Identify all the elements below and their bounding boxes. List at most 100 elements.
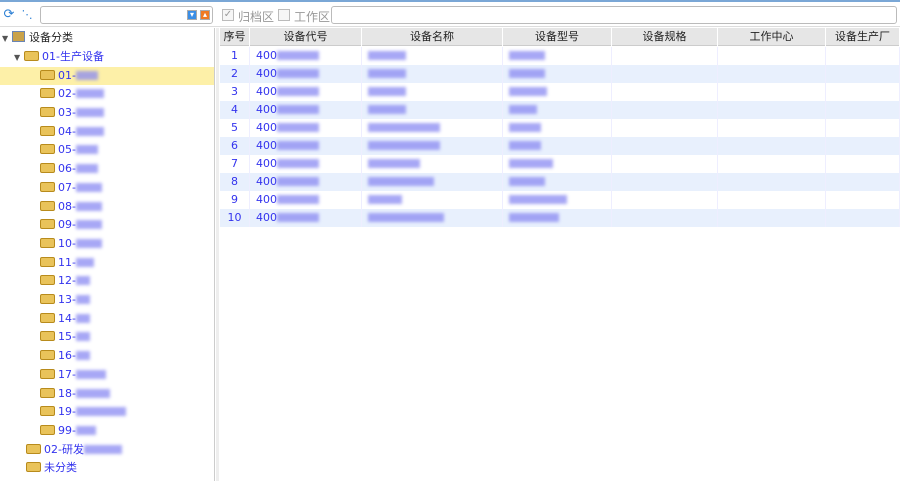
table-row[interactable]: 4 400 [220,101,900,119]
equipment-code: 400 [256,85,277,98]
redacted [277,51,319,60]
folder-icon [40,424,55,435]
grid-cell [718,209,826,227]
search-up-button[interactable]: ▴ [200,10,210,20]
archive-checkbox[interactable]: ✓ [222,9,234,21]
category-root-icon [12,31,25,42]
column-header[interactable]: 设备规格 [612,28,718,46]
grid-cell [503,119,612,137]
folder-icon [26,462,41,472]
tree-node-child[interactable]: 09- [40,216,102,234]
expand-icon[interactable]: ▼ [2,30,12,48]
grid-cell [362,65,503,83]
redacted [75,257,94,267]
column-header[interactable]: 设备名称 [362,28,503,46]
folder-icon [40,88,55,99]
tree-search-input[interactable]: ▾ ▴ [40,6,213,24]
grid-cell [612,65,718,83]
redacted [368,195,402,204]
redacted [75,369,106,379]
tree-node-child[interactable]: 02- [40,85,104,103]
tree-node-child[interactable]: 17- [40,366,106,384]
grid-cell: 400 [250,65,362,83]
tree-node-child[interactable]: 13- [40,291,90,309]
tree-node-child[interactable]: 04- [40,123,104,141]
tree-node-child[interactable]: 18- [40,385,110,403]
equipment-code: 400 [256,139,277,152]
filter-input[interactable] [331,6,897,24]
tree-node-child[interactable]: 06- [40,160,98,178]
table-row[interactable]: 5 400 [220,119,900,137]
redacted [509,69,545,78]
tree-node-group2[interactable]: 02-研发 [26,441,122,459]
expand-icon[interactable]: ▼ [14,49,24,67]
redacted [368,105,406,114]
column-header[interactable]: 设备生产厂 [826,28,900,46]
redacted [75,145,98,155]
tree-node-child[interactable]: 15- [40,328,90,346]
grid-cell [826,65,900,83]
redacted [277,177,319,186]
column-header[interactable]: 工作中心 [718,28,826,46]
grid-cell: 5 [220,119,250,137]
redacted [368,123,440,132]
folder-icon [40,256,55,267]
redacted [75,108,104,117]
grid-cell [362,209,503,227]
grid-cell [362,137,503,155]
table-row[interactable]: 3 400 [220,83,900,101]
tree-node-child[interactable]: 14- [40,310,90,328]
tree-node-child[interactable]: 99- [40,422,96,440]
grid-cell [826,101,900,119]
tree-node-child[interactable]: 12- [40,272,90,290]
table-row[interactable]: 8 400 [220,173,900,191]
tree-structure-icon[interactable]: ⋱ [20,8,34,22]
grid-cell: 400 [250,137,362,155]
table-row[interactable]: 2 400 [220,65,900,83]
grid-cell [826,83,900,101]
tree-node-child[interactable]: 07- [40,179,102,197]
grid-cell [718,155,826,173]
tree-node-child[interactable]: 03- [40,104,104,122]
tree-node-child[interactable]: 08- [40,198,102,216]
grid-cell [612,119,718,137]
tree-node-group1[interactable]: ▼ 01-生产设备 [14,48,104,66]
grid-cell [362,191,503,209]
redacted [368,51,406,60]
column-header[interactable]: 设备型号 [503,28,612,46]
tree-node-child[interactable]: 11- [40,254,94,272]
splitter[interactable] [216,28,219,481]
table-row[interactable]: 6 400 [220,137,900,155]
work-checkbox[interactable] [278,9,290,21]
table-row[interactable]: 10 400 [220,209,900,227]
folder-icon [40,331,55,342]
table-row[interactable]: 7 400 [220,155,900,173]
search-down-button[interactable]: ▾ [187,10,197,20]
tree-node-child[interactable]: 01- [0,66,214,85]
grid-cell [612,101,718,119]
redacted [277,105,319,114]
tree-node-child[interactable]: 16- [40,347,90,365]
grid-cell: 400 [250,47,362,65]
redacted [75,295,90,304]
folder-icon [40,107,55,117]
grid-cell [718,137,826,155]
refresh-icon[interactable]: ⟳ [2,8,16,22]
redacted [368,69,406,78]
redacted [509,51,545,60]
grid-cell [362,119,503,137]
tree-node-child[interactable]: 05- [40,141,98,159]
tree-node-child[interactable]: 10- [40,235,102,253]
redacted [509,195,567,204]
redacted [277,195,319,204]
tree-root[interactable]: ▼ 设备分类 [2,29,73,47]
tree-node-child[interactable]: 19- [40,403,126,421]
row-number: 10 [227,211,242,224]
table-row[interactable]: 9 400 [220,191,900,209]
table-row[interactable]: 1 400 [220,47,900,65]
tree-node-group3[interactable]: 未分类 [26,459,77,477]
column-header[interactable]: 设备代号 [250,28,362,46]
folder-icon [24,51,39,61]
column-header[interactable]: 序号 [220,28,250,46]
grid-cell [503,137,612,155]
